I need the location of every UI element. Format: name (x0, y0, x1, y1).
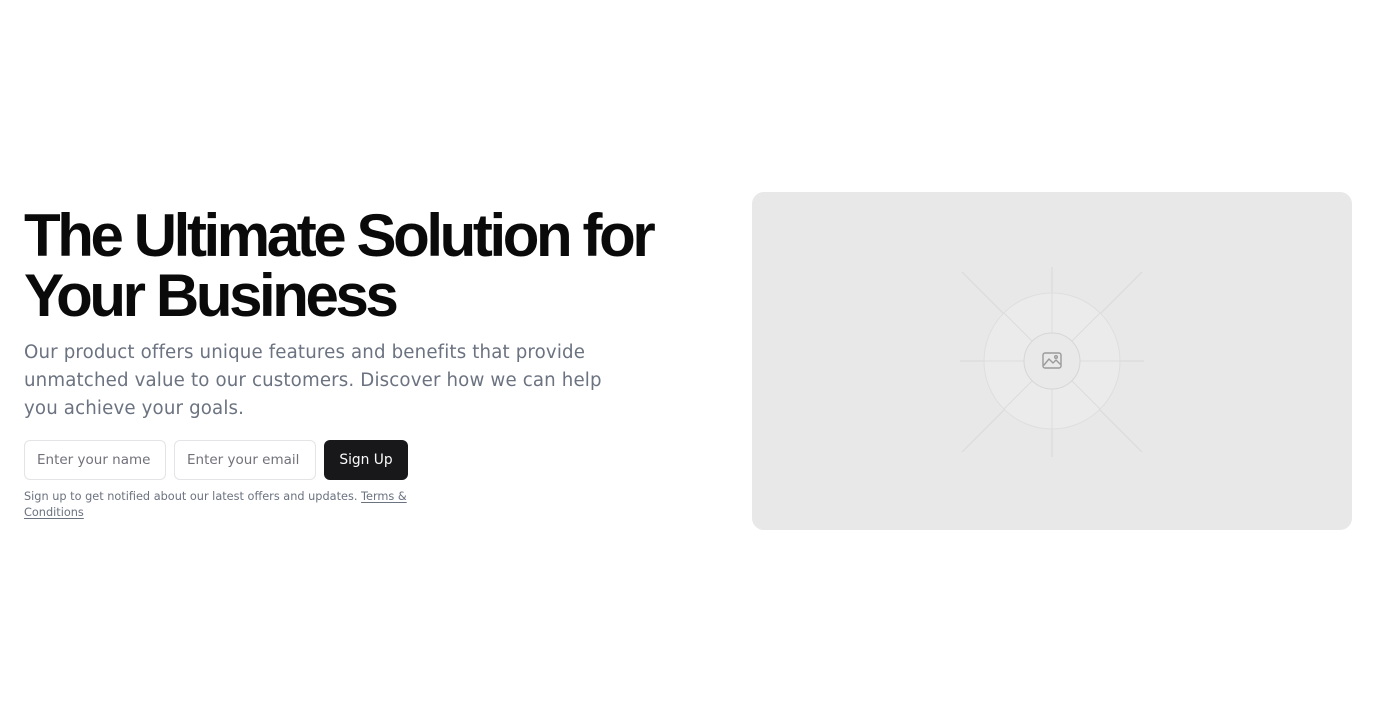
signup-notice: Sign up to get notified about our latest… (24, 489, 424, 521)
hero-subtext: Our product offers unique features and b… (24, 342, 602, 419)
hero-headline: The Ultimate Solution for Your Business (24, 202, 656, 329)
hero-content: The Ultimate Solution for Your Business … (24, 206, 704, 521)
name-input[interactable] (24, 440, 166, 480)
email-input[interactable] (174, 440, 316, 480)
hero-section: The Ultimate Solution for Your Business … (0, 0, 1376, 722)
signup-form: Sign Up (24, 440, 704, 480)
placeholder-graphic (960, 267, 1144, 457)
signup-notice-text: Sign up to get notified about our latest… (24, 490, 358, 503)
hero-image-placeholder (752, 192, 1352, 530)
sign-up-button[interactable]: Sign Up (324, 440, 408, 480)
